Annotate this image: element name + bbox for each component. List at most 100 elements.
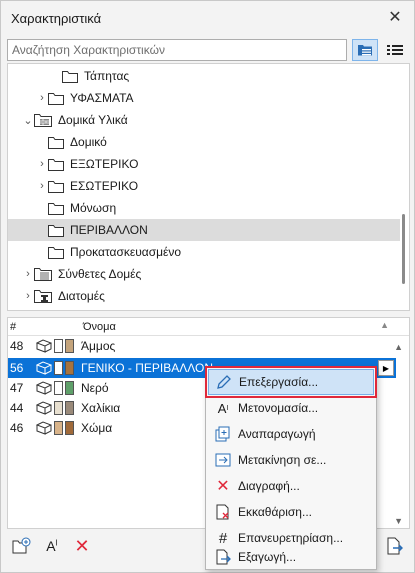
surface-icon: [36, 339, 52, 353]
chevron-right-icon[interactable]: ›: [22, 268, 34, 280]
column-header-number[interactable]: #: [10, 321, 16, 333]
tree-item[interactable]: › Σύνθετες Δομές: [8, 263, 400, 285]
row-number: 44: [10, 401, 24, 415]
menu-item-label: Εκκαθάριση...: [238, 505, 312, 519]
tree-item[interactable]: › ΕΣΩΤΕΡΙΚΟ: [8, 175, 400, 197]
tree-item-label: Σύνθετες Δομές: [58, 267, 142, 281]
column-header-name[interactable]: Όνομα: [83, 321, 116, 333]
tree-item-label: ΥΦΑΣΜΑΤΑ: [70, 91, 134, 105]
folder-icon: [48, 92, 64, 105]
tree-item[interactable]: › Διατομές: [8, 285, 400, 307]
tree-item[interactable]: Προκατασκευασμένο: [8, 241, 400, 263]
tree-item-label: Μόνωση: [70, 201, 117, 215]
tree-item[interactable]: Τάπητας: [8, 65, 400, 87]
title-bar: Χαρακτηριστικά ✕: [1, 1, 414, 35]
tree-item[interactable]: ⌄ Δομικά Υλικά: [8, 109, 400, 131]
export-button[interactable]: [383, 535, 405, 557]
fill-swatch: [54, 339, 63, 353]
tree-item-label: ΕΣΩΤΕΡΙΚΟ: [70, 179, 139, 193]
list-view-button[interactable]: [382, 39, 408, 61]
folder-icon: [48, 180, 64, 193]
surface-icon: [36, 361, 52, 375]
menu-item-duplicate[interactable]: Αναπαραγωγή: [208, 421, 374, 447]
chevron-right-icon[interactable]: ›: [22, 290, 34, 302]
new-attribute-button[interactable]: [11, 535, 33, 557]
menu-item-export[interactable]: Εξαγωγή...: [208, 545, 374, 569]
row-name: Χώμα: [81, 421, 113, 435]
search-input[interactable]: [7, 39, 347, 61]
profile-icon: [34, 290, 52, 303]
folder-icon: [48, 136, 64, 149]
tree-item[interactable]: Δομικό: [8, 131, 400, 153]
folder-icon: [48, 202, 64, 215]
row-menu-arrow-icon[interactable]: ▶: [378, 360, 394, 376]
menu-item-label: Αναπαραγωγή: [238, 427, 316, 441]
menu-item-label: Διαγραφή...: [238, 479, 300, 493]
table-row[interactable]: 48 Άμμος: [8, 336, 396, 356]
menu-item-label: Μετονομασία...: [238, 401, 319, 415]
menu-item-move[interactable]: Μετακίνηση σε...: [208, 447, 374, 473]
delete-button[interactable]: ✕: [71, 535, 93, 557]
chevron-down-icon[interactable]: ⌄: [22, 114, 34, 127]
scroll-up-icon[interactable]: ▲: [394, 342, 403, 352]
sort-up-icon[interactable]: ▲: [380, 320, 389, 330]
fill-swatch: [54, 421, 63, 435]
menu-item-edit[interactable]: Επεξεργασία...: [205, 366, 377, 398]
pencil-icon: [217, 375, 231, 389]
rename-button[interactable]: AI: [41, 535, 63, 557]
tree-item[interactable]: › ΕΞΩΤΕΡΙΚΟ: [8, 153, 400, 175]
purge-icon: [216, 504, 229, 520]
tree-scrollbar[interactable]: [402, 214, 405, 284]
tree-item-label: Προκατασκευασμένο: [70, 245, 182, 259]
tree-item-label: Δομικό: [70, 135, 107, 149]
menu-item-label: Μετακίνηση σε...: [238, 453, 327, 467]
row-number: 56: [10, 361, 24, 375]
chevron-right-icon[interactable]: ›: [36, 180, 48, 192]
menu-item-purge[interactable]: Εκκαθάριση...: [208, 499, 374, 525]
menu-item-label: Επεξεργασία...: [239, 375, 319, 389]
chevron-right-icon[interactable]: ›: [36, 158, 48, 170]
folder-icon: [48, 158, 64, 171]
row-number: 48: [10, 339, 24, 353]
folder-icon: [48, 246, 64, 259]
row-name: Χαλίκια: [81, 401, 121, 415]
reindex-icon: #: [218, 529, 228, 547]
fill-swatch: [54, 401, 63, 415]
tree-item-label: Τάπητας: [84, 69, 130, 83]
color-swatch: [65, 339, 74, 353]
tree-item-label: Δομικά Υλικά: [58, 113, 128, 127]
surface-icon: [36, 401, 52, 415]
tree-item-label: ΕΞΩΤΕΡΙΚΟ: [70, 157, 139, 171]
color-swatch: [65, 381, 74, 395]
surface-icon: [36, 381, 52, 395]
duplicate-icon: [215, 426, 230, 442]
search-row: [7, 39, 410, 61]
tree-item-label: Διατομές: [58, 289, 105, 303]
folder-list-icon: [358, 45, 372, 56]
export-icon: [387, 537, 403, 555]
delete-icon: ✕: [216, 478, 230, 495]
scroll-down-icon[interactable]: ▼: [394, 516, 403, 526]
color-swatch: [65, 421, 74, 435]
table-header: # Όνομα ▲: [8, 318, 409, 336]
composite-icon: [34, 268, 52, 281]
surface-icon: [36, 421, 52, 435]
fill-swatch: [54, 381, 63, 395]
tree-item[interactable]: › ΥΦΑΣΜΑΤΑ: [8, 87, 400, 109]
row-name: Άμμος: [81, 339, 116, 353]
tree-item[interactable]: Μόνωση: [8, 197, 400, 219]
chevron-right-icon[interactable]: ›: [36, 92, 48, 104]
row-name: Νερό: [81, 381, 109, 395]
menu-item-rename[interactable]: AI Μετονομασία...: [208, 395, 374, 421]
menu-item-delete[interactable]: ✕ Διαγραφή...: [208, 473, 374, 499]
tree-item-selected[interactable]: ΠΕΡΙΒΑΛΛΟΝ: [8, 219, 400, 241]
fill-swatch: [54, 361, 63, 375]
row-name: ΓΕΝΙΚΟ - ΠΕΡΙΒΑΛΛΟΝ: [81, 361, 214, 375]
delete-icon: ✕: [74, 535, 90, 556]
folder-view-button[interactable]: [352, 39, 378, 61]
folder-icon: [62, 70, 78, 83]
color-swatch: [65, 361, 74, 375]
close-icon[interactable]: ✕: [386, 9, 404, 27]
row-context-menu: Επεξεργασία... AI Μετονομασία... Αναπαρα…: [205, 366, 377, 570]
building-materials-icon: [34, 114, 52, 127]
